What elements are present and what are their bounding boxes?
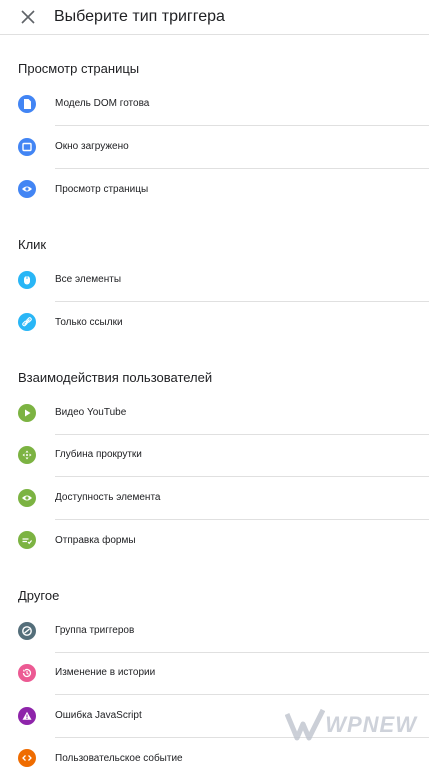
section-title: Клик — [18, 236, 47, 252]
dialog-header: Выберите тип триггера — [0, 0, 429, 35]
trigger-type-label: Все элементы — [55, 258, 429, 302]
close-button[interactable] — [18, 7, 38, 27]
section-title: Просмотр страницы — [18, 61, 140, 76]
trigger-type-label: Только ссылки — [55, 316, 123, 328]
eye-icon — [18, 488, 36, 507]
trigger-type-label: Отправка формы — [55, 534, 136, 546]
trigger-type-item[interactable]: Окно загружено — [0, 126, 429, 169]
trigger-type-label: Группа триггеров — [55, 609, 429, 653]
group-icon — [18, 621, 36, 640]
section-items: Все элементы Только ссылки — [0, 259, 429, 344]
trigger-type-label: Доступность элемента — [55, 476, 429, 520]
history-icon — [18, 664, 36, 683]
code-icon — [18, 749, 36, 768]
trigger-type-label: Модель DOM готова — [55, 83, 429, 126]
document-icon — [18, 95, 36, 114]
scroll-icon — [18, 446, 36, 465]
section-title: Другое — [18, 587, 60, 603]
trigger-type-label: Просмотр страницы — [55, 183, 149, 195]
watermark-text: WPNEW — [325, 712, 417, 737]
trigger-type-item[interactable]: Глубина прокрутки — [0, 434, 429, 477]
dialog-title: Выберите тип триггера — [54, 8, 225, 25]
trigger-type-label: Пользовательское событие — [55, 752, 183, 764]
trigger-type-item[interactable]: Все элементы — [0, 259, 429, 302]
trigger-type-label: Окно загружено — [55, 125, 429, 169]
trigger-type-label: Глубина прокрутки — [55, 434, 429, 477]
trigger-type-item[interactable]: Доступность элемента — [0, 477, 429, 520]
trigger-type-item[interactable]: Отправка формы — [0, 519, 429, 562]
trigger-type-item[interactable]: Группа триггеров — [0, 610, 429, 653]
play-icon — [18, 403, 36, 422]
section-items: Видео YouTube Глубина прокрутки Доступност… — [0, 392, 429, 562]
trigger-type-item[interactable]: Видео YouTube — [0, 392, 429, 435]
link-icon — [18, 313, 36, 332]
mouse-icon — [18, 270, 36, 289]
trigger-type-list: Просмотр страницы Модель DOM готова Окно з… — [0, 35, 429, 780]
section-items: Группа триггеров Изменение в истории Ошибк… — [0, 610, 429, 780]
watermark-logo-icon — [285, 708, 326, 741]
trigger-type-item[interactable]: Только ссылки — [0, 301, 429, 344]
close-icon — [21, 10, 35, 24]
window-icon — [18, 137, 36, 156]
form-icon — [18, 531, 36, 550]
trigger-type-item[interactable]: Просмотр страницы — [0, 168, 429, 211]
trigger-type-label: Видео YouTube — [55, 391, 429, 435]
trigger-type-item[interactable]: Пользовательское событие — [0, 737, 429, 780]
trigger-type-item[interactable]: Изменение в истории — [0, 652, 429, 695]
eye-icon — [18, 180, 36, 199]
section-items: Модель DOM готова Окно загружено Просмотр … — [0, 83, 429, 211]
trigger-type-label: Изменение в истории — [55, 652, 429, 695]
trigger-type-item[interactable]: Модель DOM готова — [0, 83, 429, 126]
warning-icon — [18, 706, 36, 725]
watermark: WPNEW — [285, 708, 417, 742]
section-title: Взаимодействия пользователей — [18, 369, 213, 385]
